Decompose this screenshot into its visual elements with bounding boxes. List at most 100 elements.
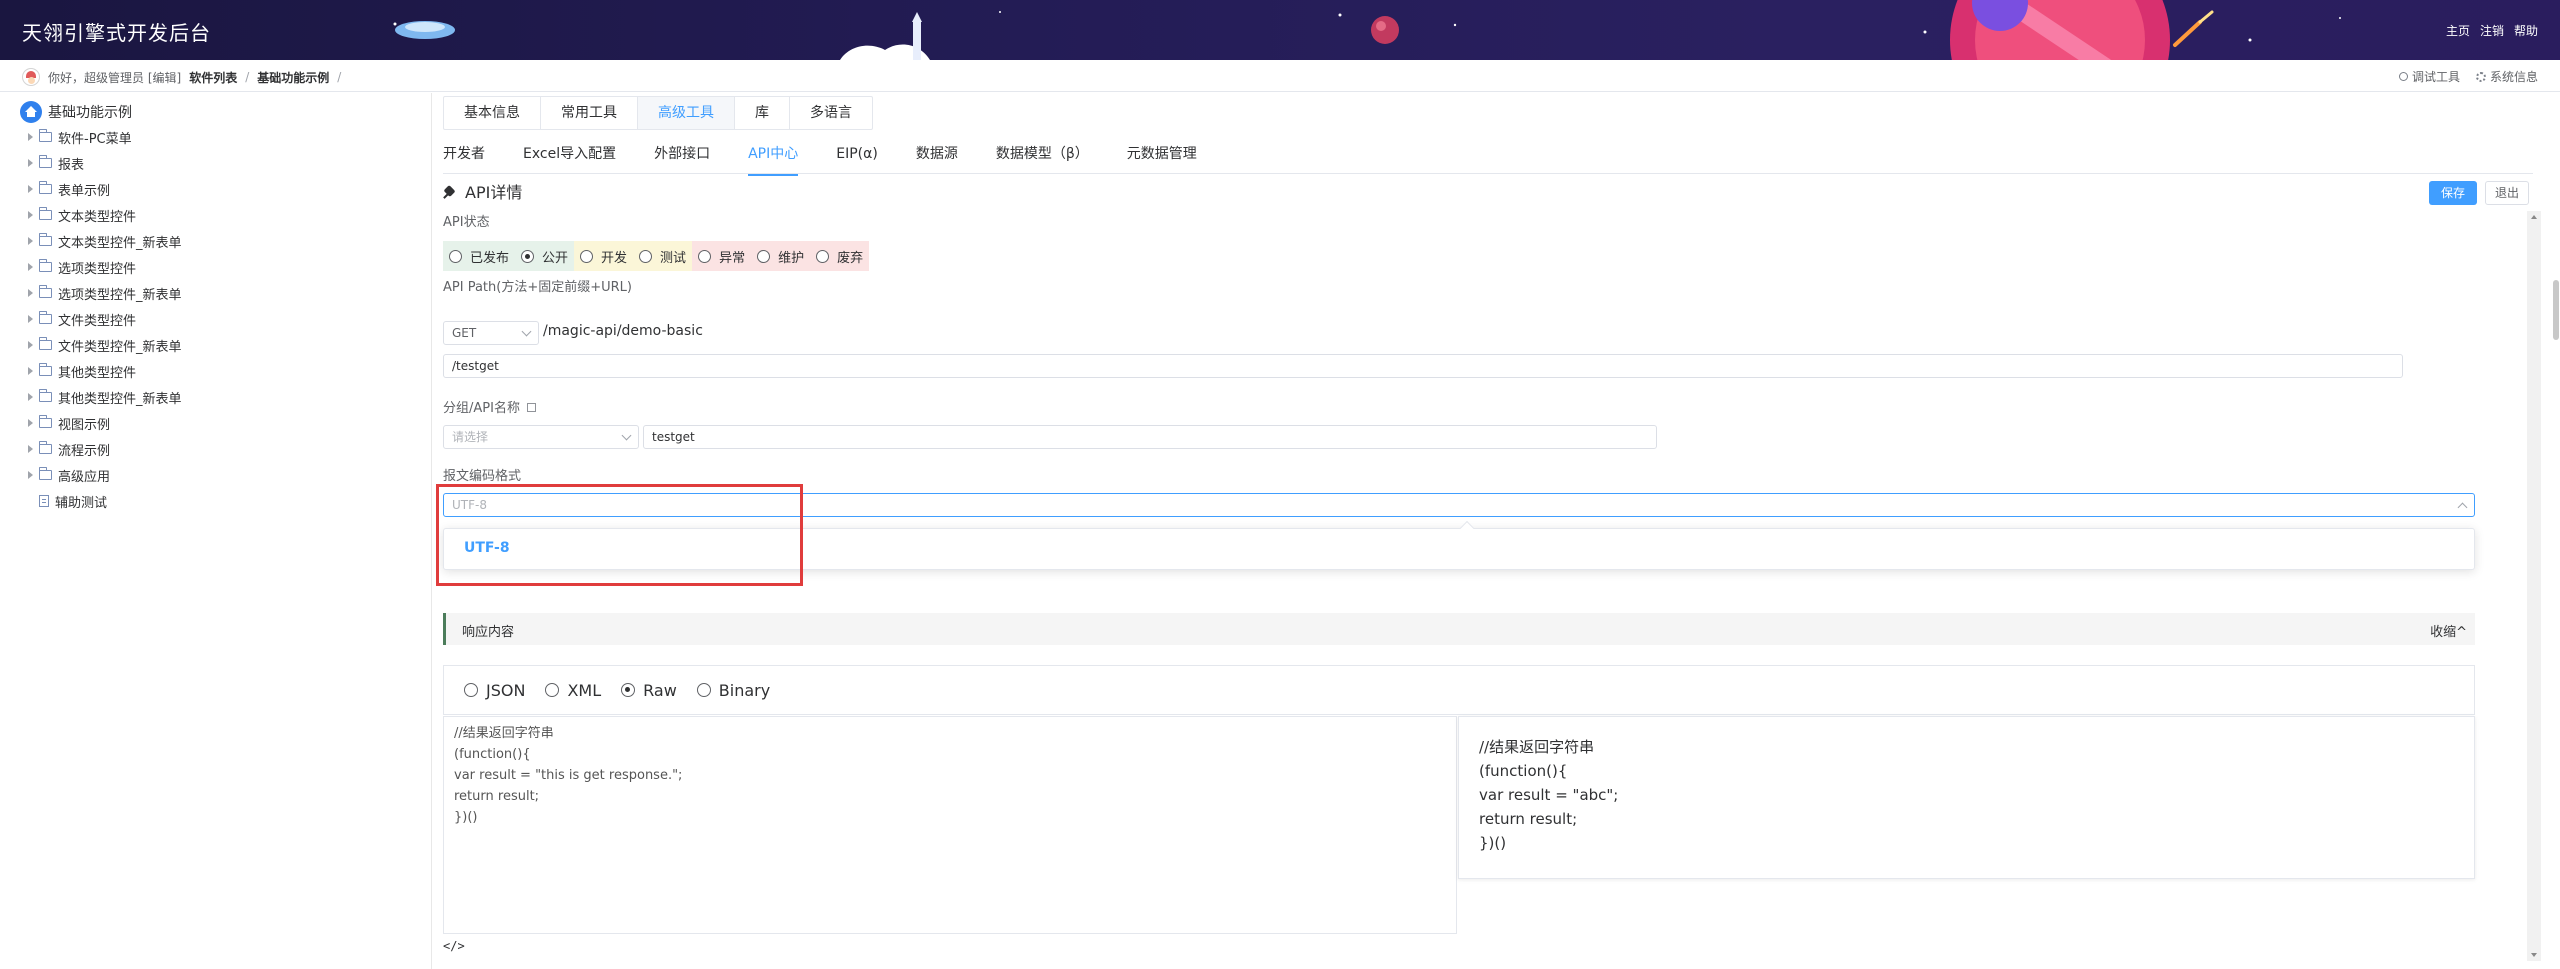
tree-item[interactable]: 表单示例 [28, 178, 110, 200]
topbar-tools: 调试工具 系统信息 [2398, 68, 2538, 85]
status-radio[interactable]: 维护 [757, 247, 804, 266]
tab-sub[interactable]: EIP(α) [836, 138, 878, 173]
status-radio[interactable]: 开发 [580, 247, 627, 266]
tab-sub[interactable]: API中心 [748, 138, 799, 176]
system-info-link[interactable]: 系统信息 [2475, 68, 2538, 85]
code-toggle-icon[interactable]: </> [443, 939, 465, 953]
group-select[interactable]: 请选择 [443, 425, 639, 449]
tree-item[interactable]: 文件类型控件_新表单 [28, 334, 182, 356]
tree-item[interactable]: 报表 [28, 152, 84, 174]
folder-icon [39, 285, 52, 298]
expand-caret-icon[interactable] [28, 445, 33, 453]
radio-dot[interactable] [545, 683, 560, 697]
status-radio[interactable]: 废弃 [816, 247, 863, 266]
debug-tools-link[interactable]: 调试工具 [2398, 68, 2460, 85]
response-code-editor[interactable]: //结果返回字符串 (function(){ var result = "thi… [443, 716, 1457, 934]
format-radio[interactable]: Raw [621, 681, 677, 700]
tab-top[interactable]: 库 [735, 97, 790, 129]
status-radio[interactable]: 测试 [639, 247, 686, 266]
tree-root[interactable]: 基础功能示例 [20, 101, 132, 123]
expand-caret-icon[interactable] [28, 367, 33, 375]
tree-item-label: 流程示例 [58, 443, 111, 459]
radio-dot[interactable] [698, 249, 712, 263]
expand-caret-icon[interactable] [28, 341, 33, 349]
expand-caret-icon[interactable] [28, 263, 33, 271]
encoding-option-utf8[interactable]: UTF-8 [464, 540, 510, 556]
folder-icon [39, 233, 52, 246]
radio-dot[interactable] [639, 249, 653, 263]
page-scrollbar[interactable] [2553, 280, 2559, 340]
exit-button[interactable]: 退出 [2485, 181, 2529, 205]
radio-dot[interactable] [521, 249, 535, 263]
group-name-label: 分组/API名称 [443, 397, 537, 416]
tree-item[interactable]: 文本类型控件_新表单 [28, 230, 182, 252]
radio-dot[interactable] [464, 683, 478, 697]
tree-item[interactable]: 选项类型控件 [28, 256, 136, 278]
copy-icon[interactable] [527, 403, 537, 412]
tab-sub[interactable]: 外部接口 [654, 138, 710, 173]
encoding-label: 报文编码格式 [443, 469, 522, 484]
save-button[interactable]: 保存 [2429, 181, 2477, 205]
radio-dot[interactable] [621, 683, 636, 697]
radio-dot[interactable] [816, 249, 830, 263]
radio-label: 公开 [542, 250, 569, 266]
group-name-label-text: 分组/API名称 [443, 401, 520, 416]
radio-dot[interactable] [696, 683, 711, 697]
method-select[interactable]: GET [443, 321, 539, 345]
expand-caret-icon[interactable] [28, 315, 33, 323]
format-radio[interactable]: JSON [464, 681, 525, 700]
tree-item[interactable]: 选项类型控件_新表单 [28, 282, 182, 304]
expand-caret-icon[interactable] [28, 211, 33, 219]
format-radio[interactable]: XML [545, 681, 601, 700]
expand-caret-icon[interactable] [28, 393, 33, 401]
section-header: API详情 [443, 179, 522, 203]
tab-top[interactable]: 多语言 [790, 97, 872, 129]
expand-caret-icon[interactable] [28, 289, 33, 297]
status-radio[interactable]: 已发布 [449, 247, 509, 266]
tree-item[interactable]: 流程示例 [28, 438, 110, 460]
tab-top[interactable]: 高级工具 [638, 97, 735, 129]
tab-top[interactable]: 基本信息 [444, 97, 541, 129]
expand-caret-icon[interactable] [28, 133, 33, 141]
home-link[interactable]: 主页 [2446, 22, 2470, 39]
tree-item[interactable]: 辅助测试 [28, 490, 107, 512]
tree-item[interactable]: 高级应用 [28, 464, 110, 486]
expand-caret-icon[interactable] [28, 237, 33, 245]
expand-caret-icon[interactable] [28, 185, 33, 193]
user-greeting[interactable]: 你好，超级管理员 [编辑] [48, 69, 181, 86]
tree-item-label: 选项类型控件 [58, 261, 137, 277]
tree-item[interactable]: 视图示例 [28, 412, 110, 434]
tab-sub[interactable]: 开发者 [443, 138, 485, 173]
collapse-button[interactable]: 收缩^ [2430, 621, 2467, 640]
tab-sub[interactable]: 数据源 [916, 138, 958, 173]
radio-dot[interactable] [580, 249, 594, 263]
breadcrumb-item-current[interactable]: 基础功能示例 [257, 69, 329, 86]
home-icon [20, 101, 42, 123]
format-radio[interactable]: Binary [696, 681, 770, 700]
help-link[interactable]: 帮助 [2514, 22, 2538, 39]
tree-item[interactable]: 其他类型控件 [28, 360, 136, 382]
tab-sub[interactable]: Excel导入配置 [523, 138, 616, 173]
tree-item[interactable]: 文件类型控件 [28, 308, 136, 330]
status-radio[interactable]: 异常 [698, 247, 745, 266]
radio-dot[interactable] [449, 249, 462, 263]
tab-sub[interactable]: 元数据管理 [1127, 138, 1197, 173]
api-name-input[interactable]: testget [643, 425, 1657, 449]
api-url-input[interactable]: /testget [443, 354, 2403, 378]
expand-caret-icon[interactable] [28, 419, 33, 427]
tab-top[interactable]: 常用工具 [541, 97, 638, 129]
radio-label: JSON [486, 680, 526, 700]
tab-sub[interactable]: 数据模型（β） [996, 138, 1089, 173]
tree-item[interactable]: 其他类型控件_新表单 [28, 386, 182, 408]
expand-caret-icon[interactable] [28, 471, 33, 479]
header-illustration [393, 0, 2341, 60]
radio-dot[interactable] [757, 249, 771, 263]
breadcrumb-item-software-list[interactable]: 软件列表 [189, 69, 237, 86]
expand-caret-icon[interactable] [28, 159, 33, 167]
tree-item[interactable]: 软件-PC菜单 [28, 126, 132, 148]
status-radio[interactable]: 公开 [521, 247, 568, 266]
encoding-select[interactable]: UTF-8 [443, 493, 2475, 517]
logout-link[interactable]: 注销 [2480, 22, 2504, 39]
tree-item[interactable]: 文本类型控件 [28, 204, 136, 226]
content-scrollbar[interactable] [2527, 211, 2541, 961]
